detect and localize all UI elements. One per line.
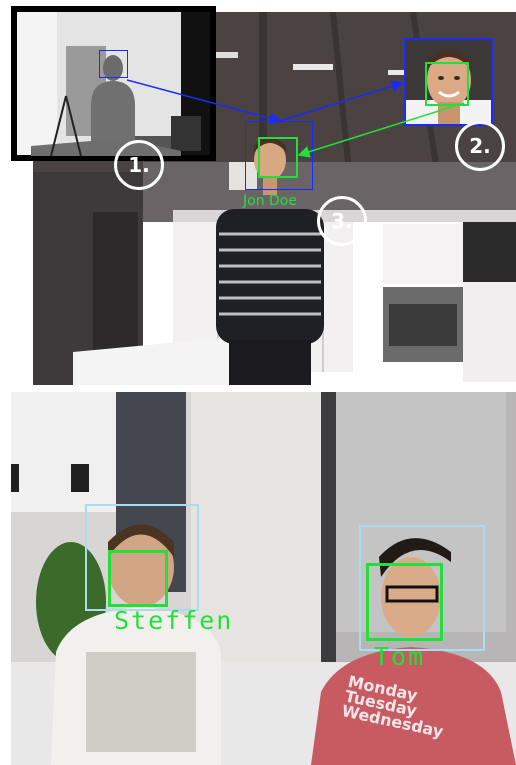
depth-to-person-arrow — [126, 79, 282, 125]
steffen-name-label: Steffen — [114, 606, 234, 635]
tom-name-label: Tom — [374, 642, 426, 671]
flow-arrows — [126, 79, 465, 158]
bottom-scene-panel: Monday Tuesday Wednesday Steffen Tom — [11, 392, 516, 765]
steffen-face-box — [108, 550, 168, 607]
step-2-marker: 2. — [455, 121, 505, 171]
person-to-face-arrow — [279, 80, 404, 122]
step-1-marker: 1. — [114, 140, 164, 190]
face-to-identity-arrow — [297, 102, 465, 158]
step-3-marker: 3. — [317, 196, 367, 246]
tom-face-box — [366, 563, 443, 641]
